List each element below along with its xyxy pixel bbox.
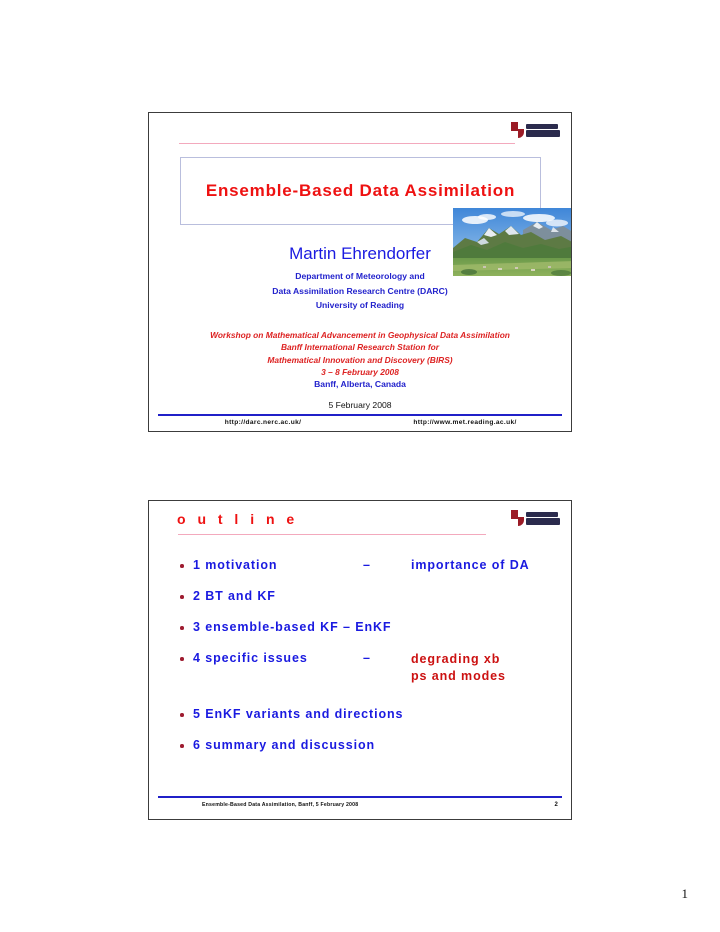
outline-item-1-dash: – [363,558,370,572]
affiliation-line-2: Data Assimilation Research Centre (DARC) [272,285,448,296]
outline-item-1[interactable]: 1 motivation – importance of DA [179,558,557,572]
outline-item-2[interactable]: 2 BT and KF [179,589,557,603]
mountain-photo-image [453,208,571,276]
workshop-line-2: Banff International Research Station for [280,342,440,353]
outline-item-4-label: 4 specific issues [193,651,308,665]
url-footer: http://darc.nerc.ac.uk/ http://www.met.r… [158,419,562,426]
outline-item-6-label: 6 summary and discussion [193,738,376,752]
outline-footer: Ensemble-Based Data Assimilation, Banff,… [158,802,562,808]
title-slide[interactable]: University of Reading Ensemble-Based Dat… [148,112,572,432]
bullet-icon [180,626,184,630]
outline-footer-page-number: 2 [554,802,558,808]
university-of-reading-logo [511,509,563,527]
bullet-icon [180,744,184,748]
bullet-icon [180,713,184,717]
outline-item-5-label: 5 EnKF variants and directions [193,707,404,721]
bullet-icon [180,657,184,661]
outline-item-5[interactable]: 5 EnKF variants and directions [179,707,557,721]
shield-icon [511,510,524,526]
title-divider-rule [179,143,515,144]
outline-item-1-detail: importance of DA [411,558,530,572]
outline-divider-rule [178,534,486,535]
outline-item-4-dash: – [363,651,370,665]
met-reading-url-link[interactable]: http://www.met.reading.ac.uk/ [368,419,562,426]
workshop-line-1: Workshop on Mathematical Advancement in … [210,330,510,340]
outline-footer-rule [158,796,562,798]
outline-item-3-label: 3 ensemble-based KF – EnKF [193,620,392,634]
logo-wordmark [526,123,560,137]
outline-list: 1 motivation – importance of DA 2 BT and… [179,558,557,769]
outline-heading: o u t l i n e [177,511,299,527]
workshop-block: Workshop on Mathematical Advancement in … [149,329,571,378]
presentation-date: 5 February 2008 [328,400,392,410]
mountain-photo [453,208,571,276]
bullet-icon [180,595,184,599]
outline-item-1-label: 1 motivation [193,558,278,572]
shield-icon [511,122,524,138]
location-text: Banff, Alberta, Canada [314,379,406,389]
outline-item-6[interactable]: 6 summary and discussion [179,738,557,752]
affiliation-line-3: University of Reading [315,300,405,310]
page-title: Ensemble-Based Data Assimilation [205,181,516,200]
outline-item-3[interactable]: 3 ensemble-based KF – EnKF [179,620,557,634]
workshop-line-3: Mathematical Innovation and Discovery (B… [267,354,453,365]
outline-item-4[interactable]: 4 specific issues – degrading xb ps and … [179,651,557,685]
university-of-reading-logo: University of Reading [511,121,563,139]
bullet-icon [180,564,184,568]
darc-url-link[interactable]: http://darc.nerc.ac.uk/ [158,419,368,426]
outline-footer-text: Ensemble-Based Data Assimilation, Banff,… [202,802,359,808]
outline-item-4-detail: degrading xb ps and modes [411,652,506,683]
outline-item-2-label: 2 BT and KF [193,589,276,603]
document-page-number: 1 [681,886,689,901]
workshop-line-4: 3 – 8 February 2008 [321,366,399,377]
outline-slide[interactable]: o u t l i n e 1 motivation – importance … [148,500,572,820]
logo-wordmark [526,511,560,525]
title-footer-rule [158,414,562,416]
